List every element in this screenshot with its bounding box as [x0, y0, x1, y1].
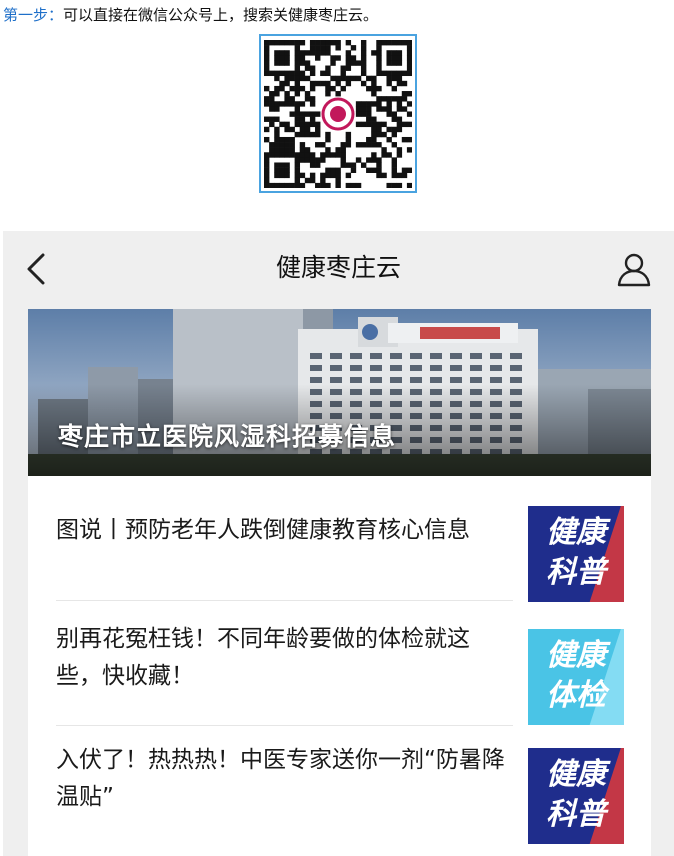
navigation-bar: 健康枣庄云 — [3, 231, 674, 309]
article-thumbnail: 健康 科普 — [528, 506, 624, 602]
wechat-account-screen: 健康枣庄云 枣庄市立医院风湿科招募信息 图说丨预防老年人跌倒健康教育核心信息 健… — [3, 231, 674, 856]
article-thumbnail: 健康 科普 — [528, 748, 624, 844]
thumbnail-text: 健康 — [546, 757, 606, 792]
featured-banner[interactable]: 枣庄市立医院风湿科招募信息 — [28, 309, 651, 476]
qr-code — [259, 34, 417, 193]
article-list: 图说丨预防老年人跌倒健康教育核心信息 健康 科普 别再花冤枉钱！不同年龄要做的体检… — [28, 476, 651, 856]
thumbnail-text: 科普 — [546, 555, 606, 590]
article-headline: 图说丨预防老年人跌倒健康教育核心信息 — [56, 517, 470, 543]
instruction-text: 可以直接在微信公众号上，搜索关健康枣庄云。 — [63, 6, 379, 24]
article-item[interactable]: 别再花冤枉钱！不同年龄要做的体检就这些，快收藏！ 健康体检 — [28, 601, 651, 725]
article-item[interactable]: 入伏了！热热热！中医专家送你一剂“防暑降温贴” 健康科普 — [28, 726, 651, 856]
thumbnail-text: 科普 — [546, 797, 606, 832]
account-title: 健康枣庄云 — [275, 253, 401, 282]
thumbnail-text: 健康 — [546, 638, 606, 673]
step-label: 第一步： — [3, 6, 64, 24]
qr-code-image — [264, 39, 412, 188]
thumbnail-text: 健康 — [546, 515, 606, 550]
banner-caption: 枣庄市立医院风湿科招募信息 — [58, 422, 397, 451]
article-thumbnail: 健康 体检 — [528, 629, 624, 725]
thumbnail-text: 体检 — [546, 678, 606, 713]
article-item[interactable]: 图说丨预防老年人跌倒健康教育核心信息 健康科普 — [28, 476, 651, 602]
article-headline: 别再花冤枉钱！不同年龄要做的体检就这些，快收藏！ — [56, 626, 470, 689]
article-headline: 入伏了！热热热！中医专家送你一剂“防暑降温贴” — [56, 747, 505, 810]
instruction-line: 第一步：可以直接在微信公众号上，搜索关健康枣庄云。 — [3, 6, 670, 24]
user-icon[interactable] — [616, 251, 652, 287]
